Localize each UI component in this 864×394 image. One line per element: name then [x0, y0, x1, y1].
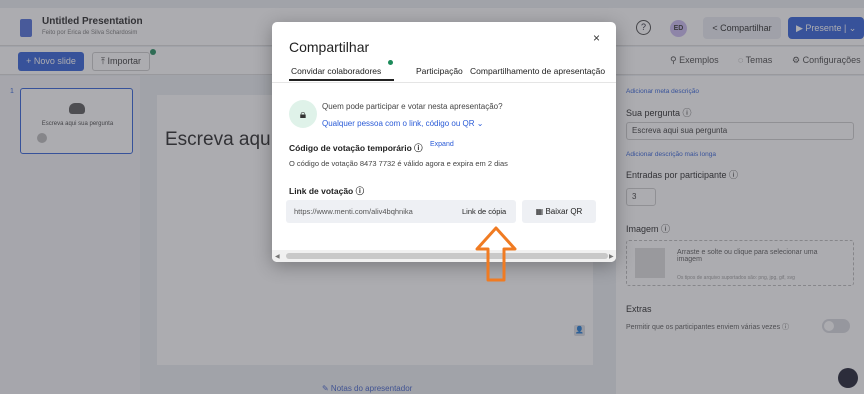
access-question: Quem pode participar e votar nesta apres… [322, 102, 503, 111]
scroll-left-icon[interactable]: ◀ [275, 253, 280, 260]
horizontal-scrollbar[interactable]: ◀ ▶ [272, 250, 616, 262]
tab-participation[interactable]: Participação [416, 66, 463, 76]
lock-icon: 🔒︎ [289, 100, 317, 128]
tabs-divider [272, 82, 616, 83]
access-dropdown[interactable]: Qualquer pessoa com o link, código ou QR… [322, 119, 483, 128]
voting-link-field: https://www.menti.com/aliv4bqhnika Link … [286, 200, 516, 223]
expand-link[interactable]: Expand [430, 141, 454, 148]
annotation-arrow-icon [475, 226, 517, 282]
active-tab-indicator [289, 79, 394, 81]
dialog-title: Compartilhar [289, 39, 370, 55]
voting-link-url[interactable]: https://www.menti.com/aliv4bqhnika [294, 207, 413, 216]
copy-link-button[interactable]: Link de cópia [462, 207, 506, 216]
voting-code-text: O código de votação 8473 7732 é válido a… [289, 159, 508, 168]
voting-link-title: Link de votação ⓘ [289, 186, 365, 196]
voting-code-title: Código de votação temporário ⓘ [289, 143, 423, 153]
tab-presentation-sharing[interactable]: Compartilhamento de apresentação [470, 66, 605, 76]
scrollbar-thumb[interactable] [286, 253, 608, 259]
tab-invite-collaborators[interactable]: Convidar colaboradores [291, 66, 381, 76]
download-qr-button[interactable]: ▦ Baixar QR [522, 200, 596, 223]
close-icon[interactable]: × [593, 31, 600, 45]
scroll-right-icon[interactable]: ▶ [609, 253, 614, 260]
notification-dot [388, 60, 393, 65]
share-dialog: Compartilhar × Convidar colaboradores Pa… [272, 22, 616, 262]
